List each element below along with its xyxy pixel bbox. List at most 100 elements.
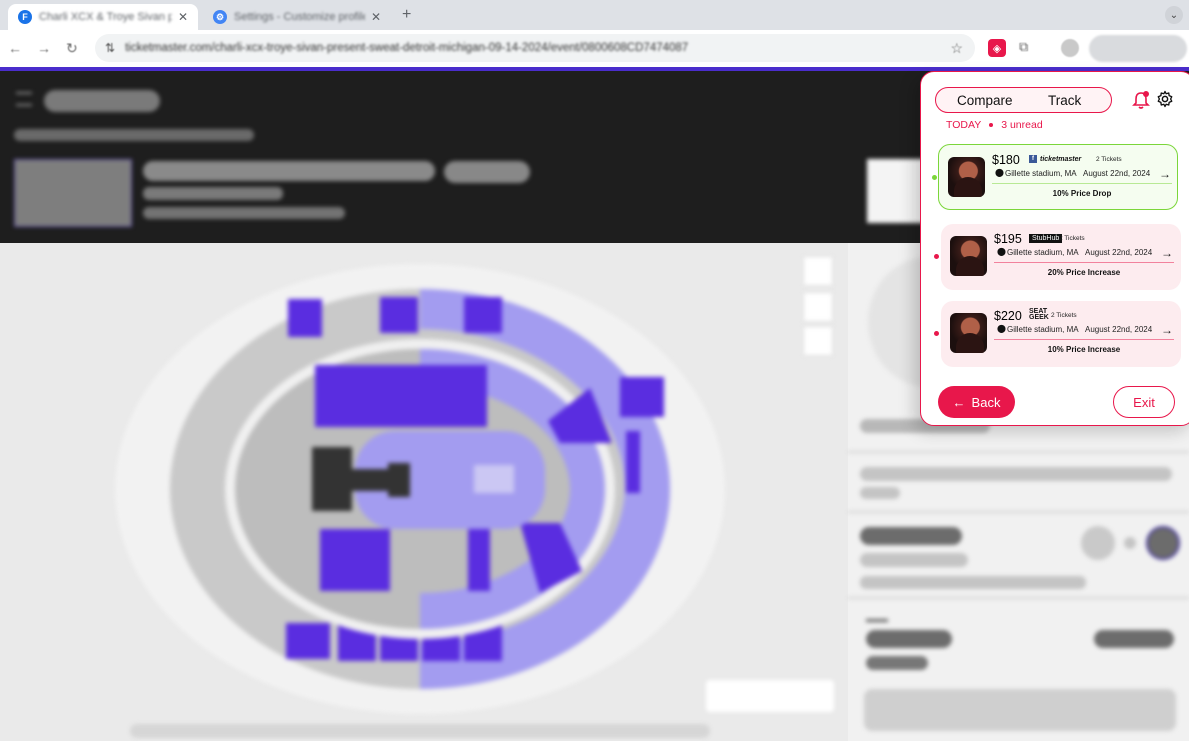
card-divider <box>994 339 1174 340</box>
arrow-right-icon[interactable]: → <box>1161 323 1173 337</box>
lower-sections-south[interactable] <box>320 529 390 591</box>
divider <box>848 597 1189 599</box>
close-icon[interactable]: ✕ <box>371 10 381 24</box>
location-pin-icon: ⬤ <box>995 168 1004 177</box>
section-116[interactable] <box>626 431 640 493</box>
section-217[interactable] <box>620 377 664 417</box>
section-229[interactable] <box>286 623 330 659</box>
zoom-in-button[interactable] <box>803 256 833 286</box>
artist-thumbnail <box>950 313 987 353</box>
venue-seat-map[interactable] <box>0 243 848 741</box>
section-marker <box>866 619 888 622</box>
listing-line <box>866 656 928 670</box>
status-dot <box>934 254 939 259</box>
lower-sections-north[interactable] <box>315 365 487 427</box>
breadcrumb <box>14 129 254 141</box>
artist-thumbnail <box>950 236 987 276</box>
event-venue <box>143 207 345 219</box>
section-213[interactable] <box>464 297 502 333</box>
price-change: 10% Price Drop <box>1052 189 1112 198</box>
listing-title <box>866 630 952 648</box>
event-date: August 22nd, 2024 <box>1085 248 1153 257</box>
site-logo[interactable] <box>44 90 160 112</box>
stage <box>312 447 352 511</box>
price-change: 20% Price Increase <box>1047 268 1121 277</box>
ticket-price: $180 <box>992 153 1020 167</box>
separator-dot <box>989 123 994 127</box>
map-footer <box>130 724 710 738</box>
divider <box>848 451 1189 453</box>
profile-menu-button[interactable] <box>1089 35 1187 62</box>
price-alert-card[interactable]: $195 StubHub 2 Tickets ⬤ Gillette stadiu… <box>934 224 1181 290</box>
listing-line <box>860 576 1086 589</box>
tab-settings[interactable]: ⚙ Settings - Customize profile ✕ <box>203 4 391 30</box>
location-pin-icon: ⬤ <box>997 247 1006 256</box>
ticket-count: 2 Tickets <box>1096 156 1122 163</box>
quantity-decrease-button[interactable] <box>1081 526 1115 560</box>
location-pin-icon: ⬤ <box>997 324 1006 333</box>
event-date <box>143 187 283 200</box>
settings-favicon-icon: ⚙ <box>213 10 227 24</box>
reload-icon[interactable]: ↻ <box>66 40 78 57</box>
ticket-count: 2 Tickets <box>1051 312 1077 319</box>
section-120[interactable] <box>468 529 490 591</box>
listing-title <box>860 527 962 545</box>
price-alert-card[interactable]: $220 SEAT GEEK 2 Tickets ⬤ Gillette stad… <box>934 301 1181 367</box>
stubhub-logo: StubHub <box>1029 234 1063 243</box>
event-date: August 22nd, 2024 <box>1083 169 1151 178</box>
tab-track[interactable]: Track <box>1048 93 1081 108</box>
arrow-left-icon: ← <box>952 394 966 410</box>
back-button[interactable]: ← Back <box>938 386 1015 418</box>
site-info-icon[interactable]: ⇅ <box>105 41 115 55</box>
arrow-right-icon[interactable]: → <box>1159 167 1171 181</box>
profile-avatar-icon[interactable] <box>1061 39 1079 57</box>
price-alert-card[interactable]: $180 f ticketmaster 2 Tickets ⬤ Gillette … <box>932 144 1178 210</box>
event-image <box>14 159 132 227</box>
event-title <box>143 161 435 181</box>
forward-nav-arrow-icon[interactable]: → <box>37 40 51 56</box>
extensions-puzzle-icon[interactable]: ⧉ <box>1019 39 1028 55</box>
stage-runway <box>350 469 390 491</box>
ticket-price: $220 <box>994 309 1022 323</box>
map-legend[interactable] <box>706 680 834 712</box>
venue-name: Gillette stadium, MA <box>1005 169 1077 178</box>
zoom-out-button[interactable] <box>803 292 833 322</box>
back-nav-arrow-icon[interactable]: ← <box>8 40 22 56</box>
seatgeek-logo: SEAT GEEK <box>1029 308 1049 321</box>
card-divider <box>992 183 1172 184</box>
artist-thumbnail <box>948 157 985 197</box>
price-tracker-panel: Compare Track TODAY 3 unread $180 f ticke… <box>920 71 1189 426</box>
new-tab-button[interactable]: + <box>402 6 411 24</box>
tab-search-chevron-icon[interactable]: ⌄ <box>1165 6 1183 24</box>
bookmark-star-icon[interactable]: ☆ <box>950 40 963 57</box>
close-icon[interactable]: ✕ <box>178 10 188 24</box>
address-bar[interactable]: ⇅ ticketmaster.com/charli-xcx-troye-siva… <box>95 34 975 62</box>
unread-count: 3 unread <box>1001 119 1043 131</box>
tab-ticketmaster-event[interactable]: F Charli XCX & Troye Sivan pre... ✕ <box>8 4 198 30</box>
quantity-increase-button[interactable] <box>1146 526 1180 560</box>
reset-map-button[interactable] <box>803 326 833 356</box>
ticketmaster-logo: f ticketmaster <box>1029 155 1081 163</box>
ticket-extension-icon[interactable]: ◈ <box>988 39 1006 57</box>
ticket-count: 2 Tickets <box>1059 235 1085 242</box>
section-211[interactable] <box>380 297 418 333</box>
menu-hamburger-icon[interactable] <box>16 92 32 106</box>
source-name: ticketmaster <box>1040 155 1082 163</box>
exit-button-label: Exit <box>1133 394 1155 410</box>
bell-icon[interactable] <box>1132 90 1150 110</box>
url-text: ticketmaster.com/charli-xcx-troye-sivan-… <box>125 42 689 54</box>
exit-button[interactable]: Exit <box>1113 386 1175 418</box>
stage-thrust <box>388 463 410 497</box>
status-dot <box>934 331 939 336</box>
tab-compare[interactable]: Compare <box>957 93 1013 108</box>
listing-button[interactable] <box>864 689 1176 731</box>
venue-name: Gillette stadium, MA <box>1007 248 1079 257</box>
gear-icon[interactable] <box>1156 90 1174 108</box>
arrow-right-icon[interactable]: → <box>1161 246 1173 260</box>
header-card <box>867 159 927 223</box>
notification-summary: TODAY 3 unread <box>946 119 1043 131</box>
section-209[interactable] <box>288 299 322 337</box>
card-divider <box>994 262 1174 263</box>
ticketmaster-favicon-icon: F <box>18 10 32 24</box>
tab-strip: F Charli XCX & Troye Sivan pre... ✕ ⚙ Se… <box>0 0 1189 30</box>
